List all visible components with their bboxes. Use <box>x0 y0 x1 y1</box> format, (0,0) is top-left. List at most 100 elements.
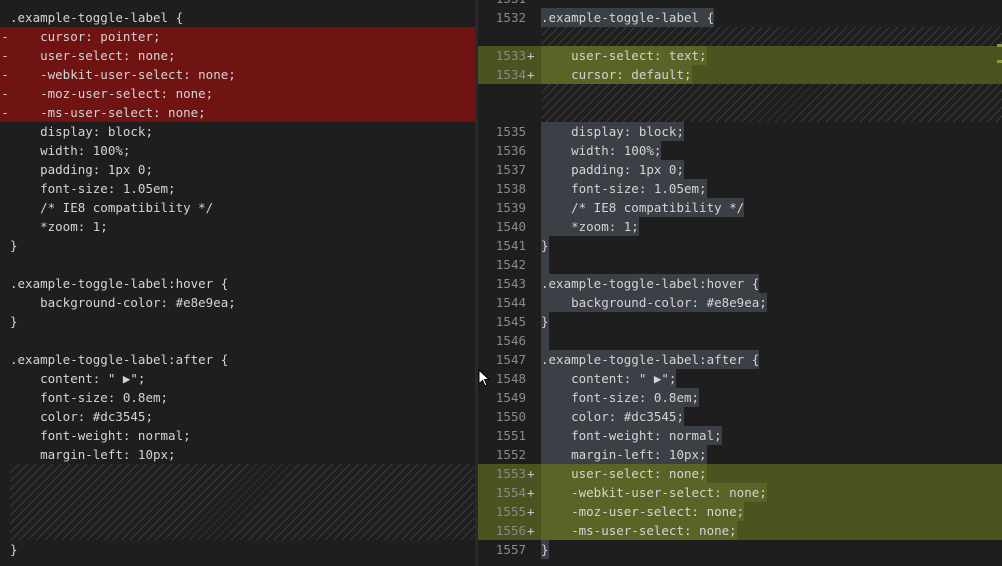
code-line[interactable]: font-size: 0.8em; <box>0 388 475 407</box>
code-text: font-weight: normal; <box>541 426 722 445</box>
added-marker: + <box>527 485 535 500</box>
code-line[interactable]: .example-toggle-label:hover { <box>0 274 475 293</box>
overview-ruler[interactable] <box>996 0 1002 566</box>
code-line[interactable] <box>0 331 475 350</box>
removed-marker: - <box>1 67 9 82</box>
removed-code-line[interactable]: - -moz-user-select: none; <box>0 84 475 103</box>
code-line[interactable]: 1543 .example-toggle-label:hover { <box>478 274 1002 293</box>
modified-file-pane[interactable]: 15311532.example-toggle-label {1533+ use… <box>478 0 1002 566</box>
code-line[interactable]: margin-left: 10px; <box>0 445 475 464</box>
code-text: cursor: default; <box>541 65 692 84</box>
code-line[interactable]: 1542 <box>478 255 1002 274</box>
code-line[interactable]: 1552 margin-left: 10px; <box>478 445 1002 464</box>
code-text: width: 100%; <box>10 143 131 158</box>
code-line[interactable]: font-weight: normal; <box>0 426 475 445</box>
code-line[interactable]: 1541} <box>478 236 1002 255</box>
added-code-line[interactable]: 1555 + -moz-user-select: none; <box>478 502 1002 521</box>
code-line[interactable]: .example-toggle-label:after { <box>0 350 475 369</box>
code-line[interactable]: *zoom: 1; <box>0 217 475 236</box>
code-text: font-size: 0.8em; <box>10 390 169 405</box>
code-line[interactable]: 1537 padding: 1px 0; <box>478 160 1002 179</box>
code-line[interactable]: 1557} <box>478 540 1002 559</box>
line-number: 1537 <box>495 162 526 177</box>
code-text: *zoom: 1; <box>541 217 639 236</box>
code-text: font-size: 1.05em; <box>541 179 707 198</box>
code-line[interactable]: 1540 *zoom: 1; <box>478 217 1002 236</box>
code-line[interactable]: 1546 <box>478 331 1002 350</box>
code-line[interactable]: 1550 color: #dc3545; <box>478 407 1002 426</box>
line-number: 1556 <box>495 523 526 538</box>
line-number: 1546 <box>495 333 526 348</box>
code-line[interactable]: 1535 display: block; <box>478 122 1002 141</box>
code-line[interactable]: 1538 font-size: 1.05em; <box>478 179 1002 198</box>
added-code-line[interactable]: 1556 + -ms-user-select: none; <box>478 521 1002 540</box>
removed-code-line[interactable]: - -webkit-user-select: none; <box>0 65 475 84</box>
code-text: user-select: none; <box>10 48 176 63</box>
code-line[interactable]: display: block; <box>0 122 475 141</box>
code-line[interactable]: /* IE8 compatibility */ <box>0 198 475 217</box>
code-line[interactable]: 1548 content: " ▶"; <box>478 369 1002 388</box>
code-line[interactable]: padding: 1px 0; <box>0 160 475 179</box>
mouse-pointer-icon <box>478 369 490 387</box>
code-text: -webkit-user-select: none; <box>10 67 236 82</box>
added-code-line[interactable]: 1533 + user-select: text; <box>478 46 1002 65</box>
code-text: } <box>10 314 18 329</box>
code-line[interactable]: 1544 background-color: #e8e9ea; <box>478 293 1002 312</box>
added-marker: + <box>527 67 535 82</box>
code-text: .example-toggle-label { <box>541 8 715 27</box>
code-text: } <box>10 238 18 253</box>
code-line[interactable]: color: #dc3545; <box>0 407 475 426</box>
line-number: 1555 <box>495 504 526 519</box>
code-text: .example-toggle-label:after { <box>10 352 229 367</box>
code-line[interactable]: background-color: #e8e9ea; <box>0 293 475 312</box>
code-text: padding: 1px 0; <box>541 160 684 179</box>
code-line[interactable]: 1549 font-size: 0.8em; <box>478 388 1002 407</box>
added-marker: + <box>527 523 535 538</box>
code-line[interactable]: 1532 .example-toggle-label { <box>478 8 1002 27</box>
added-marker: + <box>527 466 535 481</box>
code-line[interactable]: 1536 width: 100%; <box>478 141 1002 160</box>
code-text: .example-toggle-label:after { <box>541 350 760 369</box>
removed-code-line[interactable]: - cursor: pointer; <box>0 27 475 46</box>
removed-code-line[interactable]: - -ms-user-select: none; <box>0 103 475 122</box>
code-line[interactable]: 1545} <box>478 312 1002 331</box>
line-number: 1535 <box>495 124 526 139</box>
code-line[interactable]: font-size: 1.05em; <box>0 179 475 198</box>
code-line[interactable] <box>0 255 475 274</box>
code-text: -webkit-user-select: none; <box>541 483 767 502</box>
added-code-line[interactable]: 1553 + user-select: none; <box>478 464 1002 483</box>
code-text: -ms-user-select: none; <box>10 105 206 120</box>
line-number: 1539 <box>495 200 526 215</box>
code-text: display: block; <box>10 124 153 139</box>
removed-code-line[interactable]: - user-select: none; <box>0 46 475 65</box>
original-file-pane[interactable]: .example-toggle-label {- cursor: pointer… <box>0 0 475 566</box>
code-line[interactable]: } <box>0 312 475 331</box>
code-line[interactable]: 1539 /* IE8 compatibility */ <box>478 198 1002 217</box>
code-line[interactable]: width: 100%; <box>0 141 475 160</box>
code-text <box>541 331 549 350</box>
line-number: 1534 <box>495 67 526 82</box>
code-text <box>541 255 549 274</box>
line-number: 1554 <box>495 485 526 500</box>
line-number: 1544 <box>495 295 526 310</box>
code-line[interactable]: 1551 font-weight: normal; <box>478 426 1002 445</box>
code-line[interactable]: } <box>0 236 475 255</box>
line-number: 1553 <box>495 466 526 481</box>
code-text: content: " ▶"; <box>541 369 677 388</box>
code-text: font-weight: normal; <box>10 428 191 443</box>
code-line[interactable]: 1547 .example-toggle-label:after { <box>478 350 1002 369</box>
code-line[interactable]: content: " ▶"; <box>0 369 475 388</box>
line-number: 1551 <box>495 428 526 443</box>
line-number: 1538 <box>495 181 526 196</box>
removed-marker: - <box>1 86 9 101</box>
code-line[interactable]: .example-toggle-label { <box>0 8 475 27</box>
code-text: cursor: pointer; <box>10 29 161 44</box>
code-text: font-size: 1.05em; <box>10 181 176 196</box>
change-marker <box>997 60 1002 63</box>
code-text: display: block; <box>541 122 684 141</box>
added-code-line[interactable]: 1554 + -webkit-user-select: none; <box>478 483 1002 502</box>
code-line[interactable]: } <box>0 540 475 559</box>
line-number: 1550 <box>495 409 526 424</box>
code-text: padding: 1px 0; <box>10 162 153 177</box>
added-code-line[interactable]: 1534 + cursor: default; <box>478 65 1002 84</box>
